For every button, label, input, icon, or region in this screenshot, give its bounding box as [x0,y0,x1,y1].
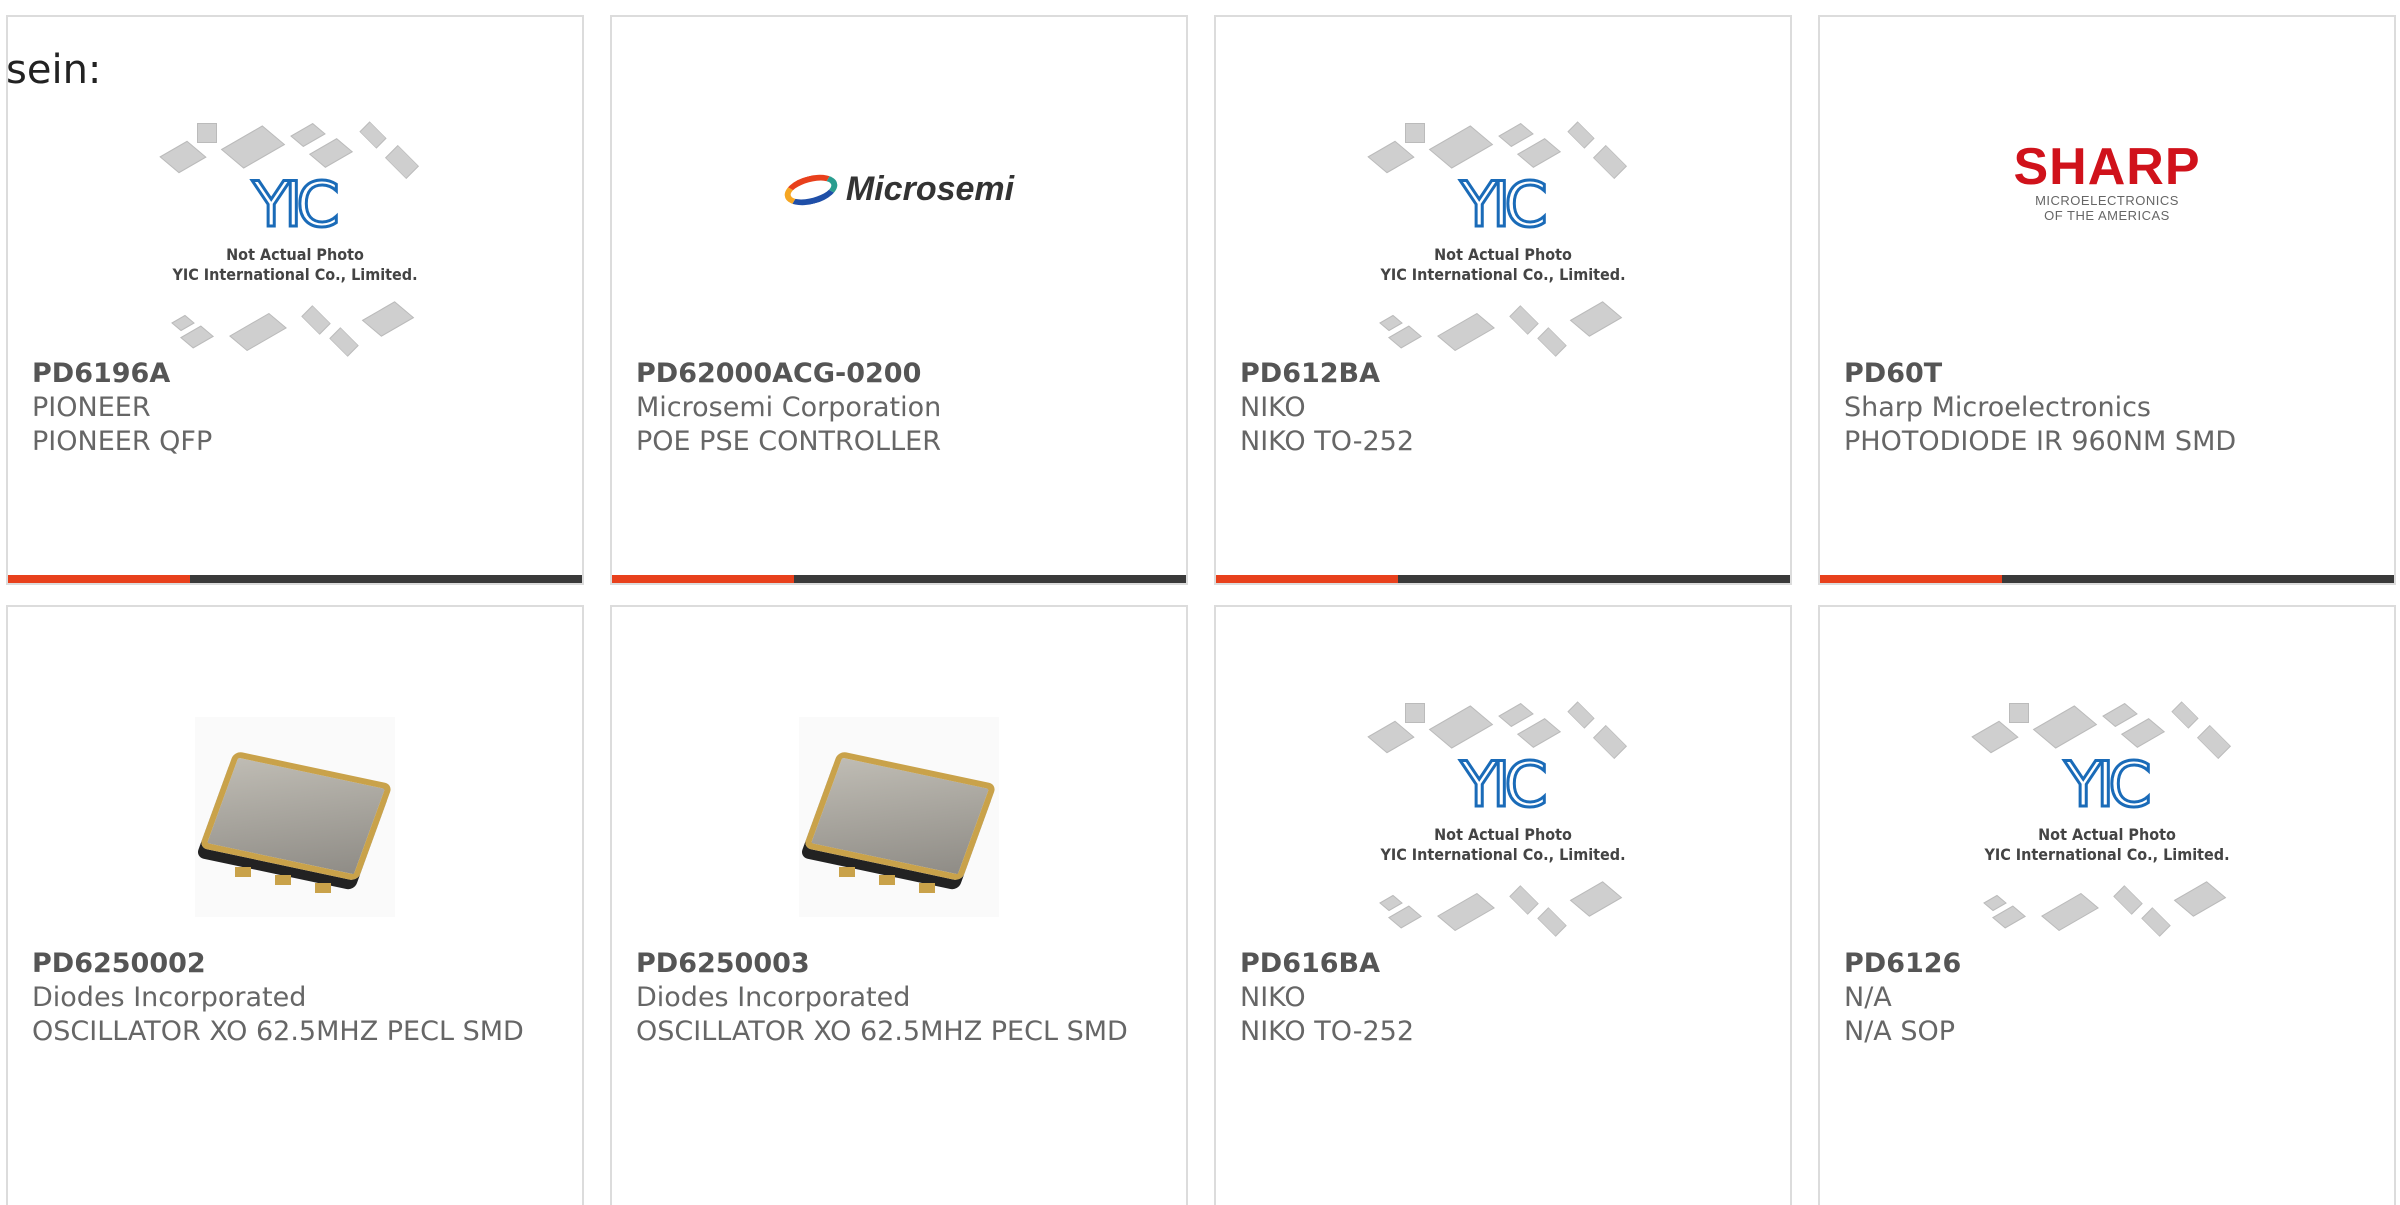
manufacturer: NIKO [1240,982,1306,1013]
manufacturer: N/A [1844,982,1892,1013]
placeholder-caption-line2: YIC International Co., Limited. [1984,845,2230,864]
part-description: OSCILLATOR XO 62.5MHZ PECL SMD [32,1016,524,1047]
card-accent-bar [8,575,582,583]
intro-text: sein: [6,47,102,93]
oscillator-photo [799,717,999,917]
yic-logo: YIC [251,168,341,241]
placeholder-image: YIC Not Actual Photo YIC International C… [1363,697,1643,937]
placeholder-caption-line1: Not Actual Photo [226,245,364,264]
placeholder-caption-line1: Not Actual Photo [2038,825,2176,844]
product-card[interactable]: PD6250002 Diodes Incorporated OSCILLATOR… [6,605,584,1205]
part-number[interactable]: PD616BA [1240,947,1770,981]
part-number[interactable]: PD6126 [1844,947,2374,981]
manufacturer: Diodes Incorporated [32,982,307,1013]
placeholder-image: YIC Not Actual Photo YIC International C… [1363,117,1643,357]
part-description: POE PSE CONTROLLER [636,426,941,457]
placeholder-caption-line2: YIC International Co., Limited. [1380,845,1626,864]
product-card[interactable]: Microsemi PD62000ACG-0200 Microsemi Corp… [610,15,1188,585]
product-image: YIC Not Actual Photo YIC International C… [1216,97,1790,377]
part-number[interactable]: PD6250002 [32,947,562,981]
manufacturer: Diodes Incorporated [636,982,911,1013]
product-image [8,677,582,957]
part-description: NIKO TO-252 [1240,426,1414,457]
card-accent-bar [1820,575,2394,583]
part-description: NIKO TO-252 [1240,1016,1414,1047]
part-number[interactable]: PD6196A [32,357,562,391]
product-card[interactable]: PD6250003 Diodes Incorporated OSCILLATOR… [610,605,1188,1205]
yic-logo: YIC [1459,168,1549,241]
microsemi-logo: Microsemi [781,168,1014,211]
microsemi-swirl-icon [781,168,841,211]
card-accent-bar [612,575,1186,583]
manufacturer: Sharp Microelectronics [1844,392,2151,423]
product-image: YIC Not Actual Photo YIC International C… [8,97,582,377]
yic-logo: YIC [1459,748,1549,821]
part-number[interactable]: PD612BA [1240,357,1770,391]
product-image: YIC Not Actual Photo YIC International C… [1216,677,1790,957]
part-description: PIONEER QFP [32,426,213,457]
product-card[interactable]: SHARP MICROELECTRONICS OF THE AMERICAS P… [1818,15,2396,585]
card-accent-bar [1216,575,1790,583]
yic-logo: YIC [2063,748,2153,821]
product-image [612,677,1186,957]
placeholder-image: YIC Not Actual Photo YIC International C… [155,117,435,357]
product-card[interactable]: YIC Not Actual Photo YIC International C… [6,15,584,585]
part-description: OSCILLATOR XO 62.5MHZ PECL SMD [636,1016,1128,1047]
oscillator-photo [195,717,395,917]
placeholder-image: YIC Not Actual Photo YIC International C… [1967,697,2247,937]
product-image: SHARP MICROELECTRONICS OF THE AMERICAS [1820,97,2394,377]
sharp-logo: SHARP MICROELECTRONICS OF THE AMERICAS [2013,138,2201,223]
product-card[interactable]: YIC Not Actual Photo YIC International C… [1214,605,1792,1205]
manufacturer: NIKO [1240,392,1306,423]
part-number[interactable]: PD62000ACG-0200 [636,357,1166,391]
part-number[interactable]: PD60T [1844,357,2374,391]
part-description: N/A SOP [1844,1016,1956,1047]
placeholder-caption-line1: Not Actual Photo [1434,825,1572,844]
product-image: Microsemi [612,97,1186,377]
placeholder-caption-line2: YIC International Co., Limited. [172,265,418,284]
product-image: YIC Not Actual Photo YIC International C… [1820,677,2394,957]
part-description: PHOTODIODE IR 960NM SMD [1844,426,2237,457]
placeholder-caption-line1: Not Actual Photo [1434,245,1572,264]
manufacturer: PIONEER [32,392,151,423]
manufacturer: Microsemi Corporation [636,392,942,423]
placeholder-caption-line2: YIC International Co., Limited. [1380,265,1626,284]
product-card[interactable]: YIC Not Actual Photo YIC International C… [1818,605,2396,1205]
part-number[interactable]: PD6250003 [636,947,1166,981]
product-card[interactable]: YIC Not Actual Photo YIC International C… [1214,15,1792,585]
